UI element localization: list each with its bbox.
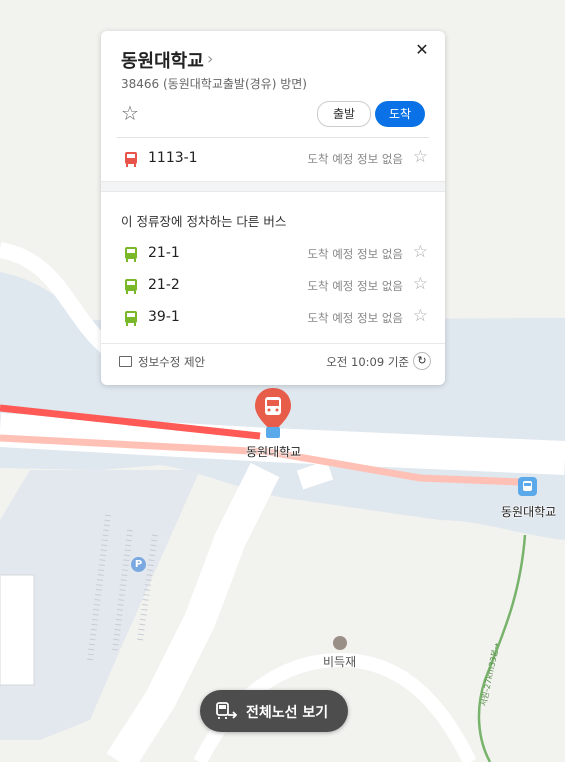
building	[0, 574, 35, 686]
bus-number: 39-1	[148, 309, 180, 325]
bus-stop-icon[interactable]	[518, 477, 537, 496]
star-icon[interactable]: ☆	[413, 147, 428, 167]
departure-button[interactable]: 출발	[317, 101, 371, 127]
stop-subtitle: 38466 (동원대학교출발(경유) 방면)	[121, 77, 307, 91]
stop-name[interactable]: 동원대학교	[121, 47, 204, 73]
footer-divider	[101, 343, 445, 344]
bus-icon	[125, 247, 137, 262]
place-label: 비득재	[323, 655, 357, 669]
stop2-label: 동원대학교	[501, 505, 557, 519]
divider	[117, 137, 429, 138]
bus-row[interactable]: 21-1 도착 예정 정보 없음 ☆	[121, 242, 431, 266]
suggest-edit-link[interactable]: 정보수정 제안	[119, 354, 205, 370]
star-icon[interactable]: ☆	[413, 306, 428, 326]
route-button-label: 전체노선 보기	[246, 705, 329, 721]
bus-stop-card: 동원대학교 › ✕ 38466 (동원대학교출발(경유) 방면) ☆ 출발 도착…	[101, 31, 445, 385]
other-buses-title: 이 정류장에 정차하는 다른 버스	[121, 214, 287, 229]
suggest-label: 정보수정 제안	[138, 355, 206, 369]
flag-icon	[119, 356, 132, 367]
bus-icon	[125, 152, 137, 167]
view-full-route-button[interactable]: 전체노선 보기	[200, 690, 348, 732]
road	[296, 460, 334, 490]
favorite-star-icon[interactable]: ☆	[121, 101, 139, 125]
bus-number: 21-2	[148, 277, 180, 293]
bus-number: 21-1	[148, 245, 180, 261]
chevron-right-icon[interactable]: ›	[207, 49, 213, 68]
bus-number: 1113-1	[148, 150, 198, 166]
bus-row[interactable]: 21-2 도착 예정 정보 없음 ☆	[121, 274, 431, 298]
bus-stop-marker[interactable]	[253, 386, 293, 438]
arrival-status: 도착 예정 정보 없음	[307, 152, 403, 166]
arrival-status: 도착 예정 정보 없음	[307, 247, 403, 261]
bus-icon	[125, 311, 137, 326]
star-icon[interactable]: ☆	[413, 242, 428, 262]
route-icon	[216, 702, 238, 719]
bus-icon	[125, 279, 137, 294]
parking-icon[interactable]: P	[131, 557, 146, 572]
refresh-icon[interactable]: ↻	[413, 352, 431, 370]
bus-row[interactable]: 39-1 도착 예정 정보 없음 ☆	[121, 306, 431, 330]
hiking-trail	[477, 534, 527, 762]
arrival-status: 도착 예정 정보 없음	[307, 279, 403, 293]
update-time: 오전 10:09 기준	[326, 355, 409, 369]
bus-row[interactable]: 1113-1 도착 예정 정보 없음 ☆	[121, 147, 431, 171]
arrival-button[interactable]: 도착	[375, 101, 425, 127]
star-icon[interactable]: ☆	[413, 274, 428, 294]
section-separator	[101, 181, 445, 192]
close-button[interactable]: ✕	[411, 39, 433, 61]
place-icon[interactable]	[333, 636, 347, 650]
arrival-status: 도착 예정 정보 없음	[307, 311, 403, 325]
marker-label: 동원대학교	[246, 445, 302, 459]
